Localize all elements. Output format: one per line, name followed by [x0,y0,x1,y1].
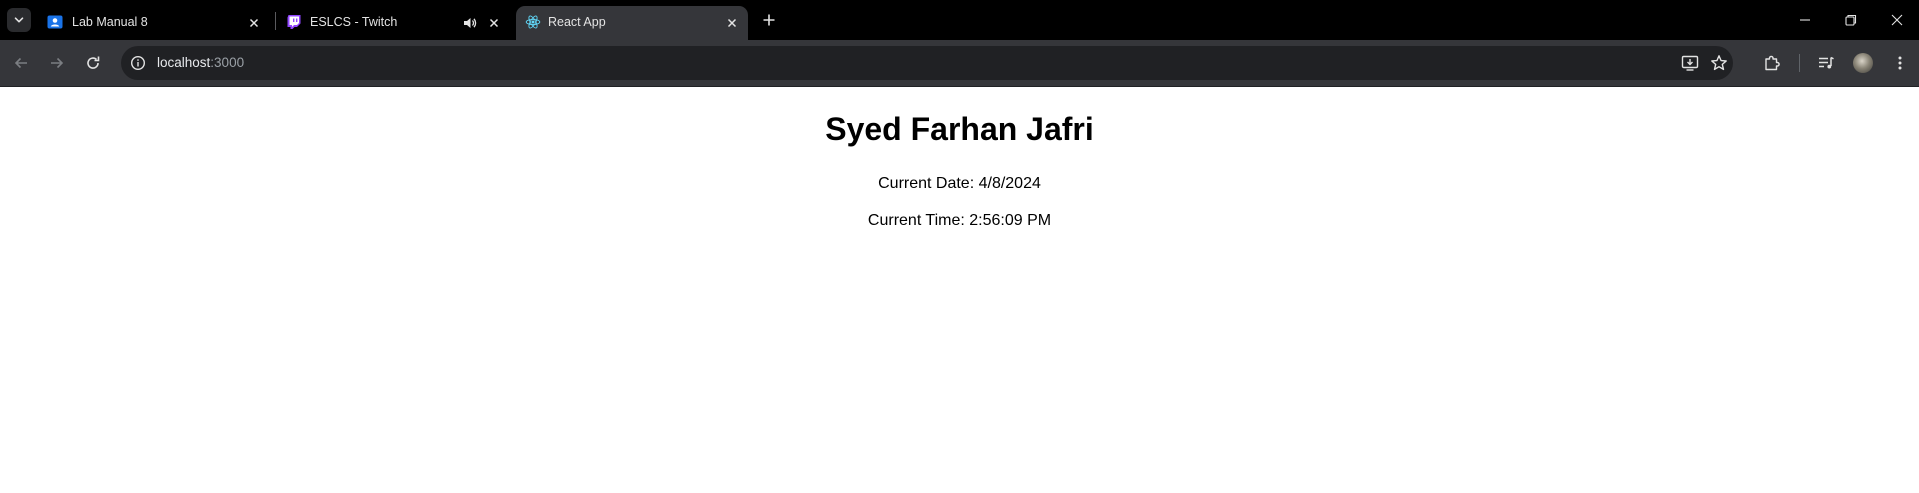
arrow-right-icon [51,57,64,69]
tab-twitch[interactable]: ESLCS - Twitch [278,6,514,40]
close-icon [1891,14,1903,26]
playlist-icon [1819,56,1834,69]
reload-button[interactable] [82,52,104,74]
tab-react-app[interactable]: React App [516,6,748,40]
url-host: localhost [157,55,211,70]
speaker-icon[interactable] [462,15,478,31]
more-vert-icon [1898,56,1902,70]
back-button[interactable] [10,52,32,74]
tab-divider [275,12,276,30]
minimize-button[interactable] [1793,8,1817,32]
tab-title: React App [548,15,606,29]
address-bar[interactable]: localhost:3000 [121,46,1733,80]
minimize-icon [1800,19,1810,21]
tab-strip: Lab Manual 8 ESLCS - Twitch React App [0,0,1919,40]
forward-button[interactable] [46,52,68,74]
url-port: :3000 [210,55,245,70]
profile-avatar[interactable] [1853,53,1873,73]
info-icon[interactable] [130,55,146,71]
current-date-text: Current Date: 4/8/2024 [878,175,1041,192]
arrow-left-icon [14,57,27,69]
tab-search-button[interactable] [7,8,31,32]
page-heading: Syed Farhan Jafri [825,111,1094,147]
google-classroom-icon [47,15,63,29]
tab-lab-manual[interactable]: Lab Manual 8 [38,6,272,40]
browser-toolbar: localhost:3000 [0,40,1919,87]
media-control-button[interactable] [1815,52,1837,74]
tab-title: Lab Manual 8 [72,15,148,29]
new-tab-button[interactable] [759,10,779,30]
close-icon[interactable] [246,15,262,31]
tab-title: ESLCS - Twitch [310,15,398,29]
install-app-icon[interactable] [1681,54,1699,72]
react-icon [525,15,541,29]
extensions-button[interactable] [1761,52,1783,74]
close-icon[interactable] [724,15,740,31]
restore-icon [1845,14,1857,26]
twitch-icon [287,15,301,29]
restore-button[interactable] [1839,8,1863,32]
bookmark-star-icon[interactable] [1710,54,1728,72]
chevron-down-icon [14,17,24,23]
plus-icon [763,14,775,26]
toolbar-divider [1799,54,1800,72]
page-content: Syed Farhan Jafri Current Date: 4/8/2024… [0,87,1919,493]
url-text[interactable]: localhost:3000 [157,55,244,70]
close-window-button[interactable] [1885,8,1909,32]
close-icon[interactable] [486,15,502,31]
reload-icon [87,56,100,69]
menu-button[interactable] [1889,52,1911,74]
puzzle-icon [1765,55,1780,71]
current-time-text: Current Time: 2:56:09 PM [867,212,1052,229]
